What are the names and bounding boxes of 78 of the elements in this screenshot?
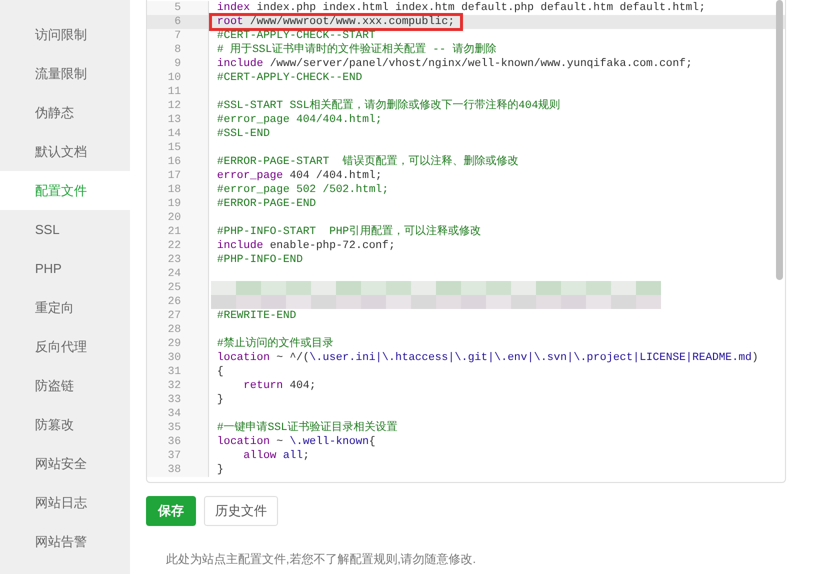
line-number: 31 bbox=[147, 365, 209, 379]
code-line: location ~ \.well-known{ bbox=[217, 436, 376, 448]
code-line: #error_page 502 /502.html; bbox=[217, 184, 389, 196]
code-line: #禁止访问的文件或目录 bbox=[217, 338, 334, 350]
line-number: 24 bbox=[147, 267, 209, 281]
line-number: 13 bbox=[147, 113, 209, 127]
code-line: include enable-php-72.conf; bbox=[217, 240, 396, 252]
sidebar-item[interactable]: 网站日志 bbox=[0, 483, 130, 522]
code-line: #REWRITE-END bbox=[217, 310, 296, 322]
line-number: 35 bbox=[147, 421, 209, 435]
code-line: error_page 404 /404.html; bbox=[217, 170, 382, 182]
sidebar-item[interactable]: 配置文件 bbox=[0, 171, 130, 210]
line-number: 33 bbox=[147, 393, 209, 407]
code-line: #SSL-END bbox=[217, 128, 270, 140]
line-number: 6 bbox=[147, 15, 209, 29]
line-number: 15 bbox=[147, 141, 209, 155]
sidebar-item[interactable]: PHP bbox=[0, 249, 130, 288]
code-line: #SSL-START SSL相关配置，请勿删除或修改下一行带注释的404规则 bbox=[217, 100, 560, 112]
line-number: 5 bbox=[147, 1, 209, 15]
line-number: 10 bbox=[147, 71, 209, 85]
line-number: 38 bbox=[147, 463, 209, 477]
sidebar-item[interactable]: 默认文档 bbox=[0, 132, 130, 171]
line-number: 21 bbox=[147, 225, 209, 239]
code-line: } bbox=[217, 464, 224, 476]
code-line: location ~ ^/(\.user.ini|\.htaccess|\.git|\.env|\.svn|\.project|LICENSE|README.md) bbox=[217, 352, 758, 364]
line-number: 32 bbox=[147, 379, 209, 393]
line-number: 9 bbox=[147, 57, 209, 71]
line-number: 12 bbox=[147, 99, 209, 113]
line-number: 17 bbox=[147, 169, 209, 183]
line-number: 28 bbox=[147, 323, 209, 337]
line-number: 14 bbox=[147, 127, 209, 141]
code-line: index index.php index.html index.htm default.php default.htm default.html; bbox=[217, 2, 706, 14]
line-number: 7 bbox=[147, 29, 209, 43]
line-number: 20 bbox=[147, 211, 209, 225]
line-number: 26 bbox=[147, 295, 209, 309]
line-number: 30 bbox=[147, 351, 209, 365]
code-line: # 用于SSL证书申请时的文件验证相关配置 -- 请勿删除 bbox=[217, 44, 496, 56]
code-line: return 404; bbox=[242, 380, 316, 392]
code-line: #一键申请SSL证书验证目录相关设置 bbox=[217, 422, 398, 434]
line-number: 16 bbox=[147, 155, 209, 169]
line-number: 25 bbox=[147, 281, 209, 295]
line-number: 36 bbox=[147, 435, 209, 449]
line-number: 11 bbox=[147, 85, 209, 99]
sidebar-item[interactable]: 重定向 bbox=[0, 288, 130, 327]
line-number: 27 bbox=[147, 309, 209, 323]
code-line: #ERROR-PAGE-END bbox=[217, 198, 316, 210]
line-number: 18 bbox=[147, 183, 209, 197]
code-line: #ERROR-PAGE-START 错误页配置，可以注释、删除或修改 bbox=[217, 156, 518, 168]
code-line: #PHP-INFO-START PHP引用配置，可以注释或修改 bbox=[217, 226, 482, 238]
hint-text: 此处为站点主配置文件,若您不了解配置规则,请勿随意修改. bbox=[165, 551, 478, 568]
line-number: 23 bbox=[147, 253, 209, 267]
sidebar-item[interactable]: 网站安全 bbox=[0, 444, 130, 483]
code-line: #CERT-APPLY-CHECK--START bbox=[217, 30, 376, 42]
code-line: #error_page 404/404.html; bbox=[217, 114, 382, 126]
line-number: 29 bbox=[147, 337, 209, 351]
sidebar-item[interactable]: 访问限制 bbox=[0, 15, 130, 54]
save-button[interactable]: 保存 bbox=[146, 496, 196, 526]
sidebar-item[interactable]: 伪静态 bbox=[0, 93, 130, 132]
line-number: 34 bbox=[147, 407, 209, 421]
sidebar-item[interactable]: SSL bbox=[0, 210, 130, 249]
code-line: #CERT-APPLY-CHECK--END bbox=[217, 72, 362, 84]
sidebar-item[interactable]: 防篡改 bbox=[0, 405, 130, 444]
sidebar-item[interactable]: 防盗链 bbox=[0, 366, 130, 405]
code-line: allow all; bbox=[242, 450, 310, 462]
code-line: root /www/wwwroot/www.xxx.compublic; bbox=[217, 16, 455, 28]
code-line: #PHP-INFO-END bbox=[217, 254, 303, 266]
sidebar-item[interactable]: 流量限制 bbox=[0, 54, 130, 93]
line-number: 22 bbox=[147, 239, 209, 253]
sidebar-item[interactable]: 网站告警 bbox=[0, 522, 130, 561]
scrollbar-thumb[interactable] bbox=[776, 0, 783, 280]
code-line: } bbox=[217, 394, 224, 406]
line-number: 37 bbox=[147, 449, 209, 463]
line-number: 8 bbox=[147, 43, 209, 57]
code-line: { bbox=[217, 366, 224, 378]
sidebar-item[interactable]: 反向代理 bbox=[0, 327, 130, 366]
history-button[interactable]: 历史文件 bbox=[204, 496, 278, 526]
line-number: 19 bbox=[147, 197, 209, 211]
code-line: include /www/server/panel/vhost/nginx/well-known/www.yunqifaka.com.conf; bbox=[217, 58, 692, 70]
